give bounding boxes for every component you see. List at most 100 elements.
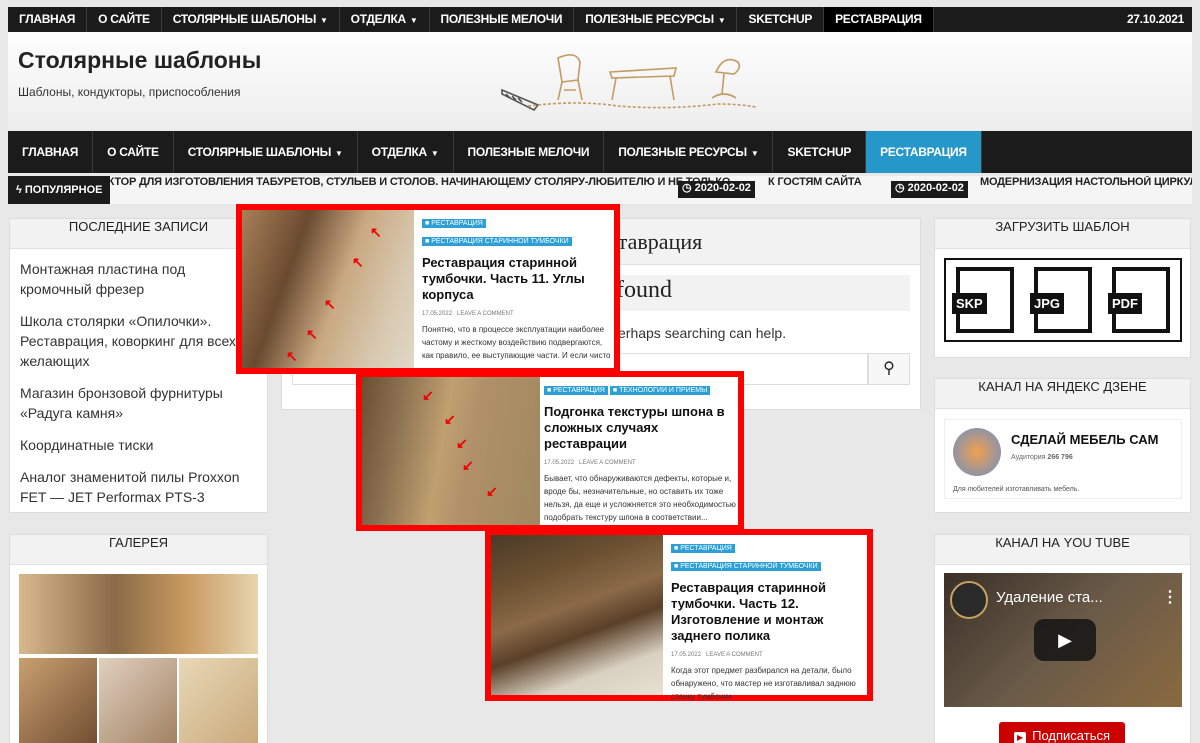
- post-card[interactable]: ↖ ↖ ↖ ↖ ↖ ■ РЕСТАВРАЦИЯ ■ РЕСТАВРАЦИЯ СТА…: [236, 204, 620, 374]
- recent-posts-widget: ПОСЛЕДНИЕ ЗАПИСИ Монтажная пластина под …: [9, 218, 268, 513]
- dzen-banner[interactable]: СДЕЛАЙ МЕБЕЛЬ САМ Аудитория 266 796 Для …: [944, 419, 1182, 499]
- dzen-audience: 266 796: [1047, 454, 1073, 461]
- header-logo-drawing: [501, 54, 757, 112]
- post-meta: 17.05.2022 LEAVE A COMMENT: [544, 460, 636, 466]
- post-card-body: ■ РЕСТАВРАЦИЯ ■ РЕСТАВРАЦИЯ СТАРИННОЙ ТУМ…: [671, 537, 865, 703]
- recent-posts-title: ПОСЛЕДНИЕ ЗАПИСИ: [10, 219, 267, 249]
- post-excerpt: Понятно, что в процессе эксплуатации наи…: [422, 325, 611, 360]
- chevron-down-icon: ▼: [717, 16, 726, 25]
- nav-sketchup[interactable]: SKETCHUP: [773, 131, 867, 173]
- top-menu-bar: ГЛАВНАЯ О САЙТЕ СТОЛЯРНЫЕ ШАБЛОНЫ ▼ ОТДЕЛ…: [8, 7, 1192, 32]
- nav-templates[interactable]: СТОЛЯРНЫЕ ШАБЛОНЫ ▼: [174, 131, 358, 173]
- youtube-title: КАНАЛ НА YOU TUBE: [935, 535, 1190, 565]
- more-vert-icon[interactable]: ⋮: [1162, 587, 1178, 607]
- post-excerpt: Когда этот предмет разбирался на детали,…: [671, 666, 856, 701]
- category-badge[interactable]: ■ РЕСТАВРАЦИЯ: [422, 219, 486, 228]
- chevron-down-icon: ▼: [409, 16, 418, 25]
- chevron-down-icon: ▼: [750, 149, 759, 158]
- subscribe-button[interactable]: ▶ Подписаться: [999, 722, 1125, 743]
- nav-finishing[interactable]: ОТДЕЛКА ▼: [358, 131, 454, 173]
- popular-label: ϟ ПОПУЛЯРНОЕ: [8, 176, 111, 204]
- gallery-widget: ГАЛЕРЕЯ: [9, 534, 268, 743]
- ticker-date: ◷ 2020-02-02: [891, 181, 968, 198]
- post-thumbnail[interactable]: ↖ ↖ ↖ ↖ ↖: [242, 210, 414, 368]
- top-menu-about[interactable]: О САЙТЕ: [87, 7, 162, 32]
- gallery-image[interactable]: [179, 658, 258, 743]
- top-menu-sketchup[interactable]: SKETCHUP: [737, 7, 825, 32]
- pdf-file-icon: PDF: [1108, 267, 1170, 333]
- gallery-title: ГАЛЕРЕЯ: [10, 535, 267, 565]
- clock-icon: ◷: [682, 182, 695, 194]
- youtube-logo-icon: ▶: [1013, 732, 1027, 743]
- post-thumbnail[interactable]: ↙ ↙ ↙ ↙ ↙: [362, 377, 540, 525]
- chevron-down-icon: ▼: [320, 16, 328, 25]
- post-card-body: ■ РЕСТАВРАЦИЯ ■ ТЕХНОЛОГИИ И ПРИЕМЫ Подго…: [544, 379, 738, 524]
- dzen-widget: КАНАЛ НА ЯНДЕКС ДЗЕНЕ СДЕЛАЙ МЕБЕЛЬ САМ …: [934, 378, 1191, 513]
- ticker-date: ◷ 2020-02-02: [678, 181, 755, 198]
- current-date: 27.10.2021: [1126, 12, 1184, 26]
- post-card[interactable]: ↙ ↙ ↙ ↙ ↙ ■ РЕСТАВРАЦИЯ ■ ТЕХНОЛОГИИ И ПР…: [356, 371, 744, 531]
- category-badge[interactable]: ■ РЕСТАВРАЦИЯ: [671, 544, 735, 553]
- skp-file-icon: SKP: [952, 267, 1014, 333]
- site-title[interactable]: Столярные шаблоны: [18, 47, 261, 74]
- youtube-video[interactable]: Удаление ста... ⋮ ▶: [944, 573, 1182, 707]
- ticker-item[interactable]: УКТОР ДЛЯ ИЗГОТОВЛЕНИЯ ТАБУРЕТОВ, СТУЛЬЕ…: [101, 176, 730, 204]
- category-badge[interactable]: ■ ТЕХНОЛОГИИ И ПРИЕМЫ: [609, 386, 711, 395]
- dzen-audience-label: Аудитория: [1011, 454, 1046, 461]
- post-title[interactable]: Подгонка текстуры шпона в сложных случая…: [544, 404, 738, 452]
- top-menu-templates[interactable]: СТОЛЯРНЫЕ ШАБЛОНЫ ▼: [162, 7, 340, 32]
- upload-title: ЗАГРУЗИТЬ ШАБЛОН: [935, 219, 1190, 249]
- page-title: ставрация: [608, 229, 703, 254]
- gallery-image[interactable]: [99, 658, 177, 743]
- nav-resources[interactable]: ПОЛЕЗНЫЕ РЕСУРСЫ ▼: [604, 131, 774, 173]
- post-thumbnail[interactable]: [491, 535, 663, 695]
- post-card[interactable]: ■ РЕСТАВРАЦИЯ ■ РЕСТАВРАЦИЯ СТАРИННОЙ ТУМ…: [485, 529, 873, 701]
- category-badge[interactable]: ■ РЕСТАВРАЦИЯ СТАРИННОЙ ТУМБОЧКИ: [422, 237, 572, 246]
- top-menu-useful[interactable]: ПОЛЕЗНЫЕ МЕЛОЧИ: [430, 7, 575, 32]
- upload-widget: ЗАГРУЗИТЬ ШАБЛОН SKP JPG PDF: [934, 218, 1191, 358]
- youtube-widget: КАНАЛ НА YOU TUBE Удаление ста... ⋮ ▶ ▶ П…: [934, 534, 1191, 743]
- chevron-down-icon: ▼: [430, 149, 439, 158]
- recent-post-link[interactable]: Аналог знаменитой пилы Proxxon FET — JET…: [20, 467, 257, 507]
- top-menu-finishing[interactable]: ОТДЕЛКА ▼: [340, 7, 430, 32]
- post-title[interactable]: Реставрация старинной тумбочки. Часть 12…: [671, 580, 865, 644]
- recent-post-link[interactable]: Координатные тиски: [20, 435, 257, 455]
- dzen-title: КАНАЛ НА ЯНДЕКС ДЗЕНЕ: [935, 379, 1190, 409]
- not-found-heading: found: [616, 277, 672, 303]
- clock-icon: ◷: [895, 182, 908, 194]
- jpg-file-icon: JPG: [1030, 267, 1092, 333]
- dzen-channel-name: СДЕЛАЙ МЕБЕЛЬ САМ: [1011, 432, 1159, 447]
- nav-home[interactable]: ГЛАВНАЯ: [8, 131, 94, 173]
- recent-post-link[interactable]: Школа столярки «Опилочки». Реставрация, …: [20, 311, 257, 371]
- chevron-down-icon: ▼: [335, 149, 343, 158]
- bolt-icon: ϟ: [16, 184, 25, 196]
- ticker-item[interactable]: МОДЕРНИЗАЦИЯ НАСТОЛЬНОЙ ЦИРКУЛЯРКИ: [980, 176, 1192, 204]
- search-hint: erhaps searching can help.: [618, 325, 787, 341]
- ticker-item[interactable]: К ГОСТЯМ САЙТА: [768, 176, 862, 204]
- post-meta: 17.05.2022 LEAVE A COMMENT: [422, 311, 514, 317]
- top-menu-restoration[interactable]: РЕСТАВРАЦИЯ: [824, 7, 934, 32]
- category-badge[interactable]: ■ РЕСТАВРАЦИЯ СТАРИННОЙ ТУМБОЧКИ: [671, 562, 821, 571]
- site-description: Шаблоны, кондукторы, приспособления: [18, 85, 241, 99]
- channel-avatar: [950, 581, 988, 619]
- recent-post-link[interactable]: Монтажная пластина под кромочный фрезер: [20, 259, 257, 299]
- video-title: Удаление ста...: [996, 589, 1103, 606]
- play-icon[interactable]: ▶: [1034, 619, 1096, 661]
- top-menu-resources[interactable]: ПОЛЕЗНЫЕ РЕСУРСЫ ▼: [574, 7, 738, 32]
- post-card-body: ■ РЕСТАВРАЦИЯ ■ РЕСТАВРАЦИЯ СТАРИННОЙ ТУМ…: [422, 212, 612, 362]
- category-badge[interactable]: ■ РЕСТАВРАЦИЯ: [544, 386, 608, 395]
- search-button[interactable]: ⚲: [868, 353, 910, 385]
- recent-post-link[interactable]: Магазин бронзовой фурнитуры «Радуга камн…: [20, 383, 257, 423]
- nav-about[interactable]: О САЙТЕ: [93, 131, 174, 173]
- gallery-image[interactable]: [19, 658, 97, 743]
- dzen-tagline: Для любителей изготавливать мебель.: [953, 486, 1080, 493]
- top-menu-home[interactable]: ГЛАВНАЯ: [8, 7, 88, 32]
- post-title[interactable]: Реставрация старинной тумбочки. Часть 11…: [422, 255, 612, 303]
- gallery-image[interactable]: [19, 574, 258, 654]
- upload-banner[interactable]: SKP JPG PDF: [944, 258, 1182, 342]
- dzen-avatar: [953, 428, 1001, 476]
- nav-restoration[interactable]: РЕСТАВРАЦИЯ: [866, 131, 982, 173]
- nav-useful[interactable]: ПОЛЕЗНЫЕ МЕЛОЧИ: [454, 131, 605, 173]
- search-icon: ⚲: [883, 360, 895, 377]
- post-excerpt: Бывает, что обнаруживаются дефекты, кото…: [544, 474, 736, 522]
